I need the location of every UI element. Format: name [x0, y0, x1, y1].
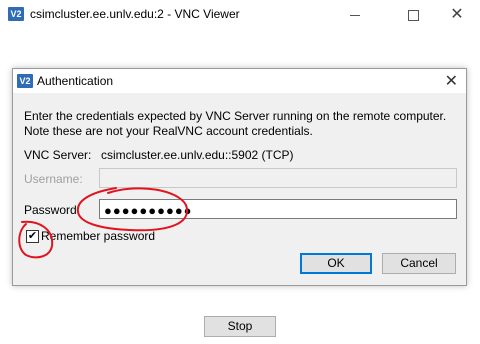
window-title: csimcluster.ee.unlv.edu:2 - VNC Viewer — [30, 7, 240, 21]
checkmark-icon: ✔ — [27, 230, 38, 242]
cancel-button[interactable]: Cancel — [382, 253, 456, 274]
server-value: csimcluster.ee.unlv.edu::5902 (TCP) — [101, 148, 294, 162]
maximize-button[interactable] — [390, 0, 436, 30]
close-icon: ✕ — [444, 73, 458, 90]
stop-button[interactable]: Stop — [204, 316, 276, 337]
dialog-title: Authentication — [37, 74, 114, 88]
minimize-button[interactable] — [332, 0, 378, 30]
maximize-icon — [407, 9, 419, 21]
dialog-description: Enter the credentials expected by VNC Se… — [24, 109, 464, 139]
close-icon: ✕ — [450, 6, 464, 23]
dialog-close-button[interactable]: ✕ — [445, 71, 458, 91]
dialog-titlebar: V2 Authentication ✕ — [13, 69, 466, 93]
vnc-logo-icon: V2 — [8, 7, 24, 21]
description-line-2: Note these are not your RealVNC account … — [24, 124, 313, 138]
password-label: Password: — [24, 203, 81, 217]
description-line-1: Enter the credentials expected by VNC Se… — [24, 109, 447, 123]
password-field[interactable] — [99, 199, 457, 219]
ok-button[interactable]: OK — [300, 253, 372, 274]
authentication-dialog: V2 Authentication ✕ Enter the credential… — [12, 68, 467, 286]
window-titlebar: V2 csimcluster.ee.unlv.edu:2 - VNC Viewe… — [0, 0, 480, 30]
username-field[interactable] — [99, 168, 457, 188]
close-window-button[interactable]: ✕ — [434, 0, 480, 30]
username-label: Username: — [24, 172, 83, 186]
dialog-logo-icon: V2 — [17, 74, 33, 88]
minimize-icon — [350, 14, 360, 16]
remember-password-label[interactable]: Remember password — [41, 229, 155, 243]
remember-password-checkbox[interactable]: ✔ — [26, 230, 39, 243]
server-label: VNC Server: — [24, 148, 92, 162]
